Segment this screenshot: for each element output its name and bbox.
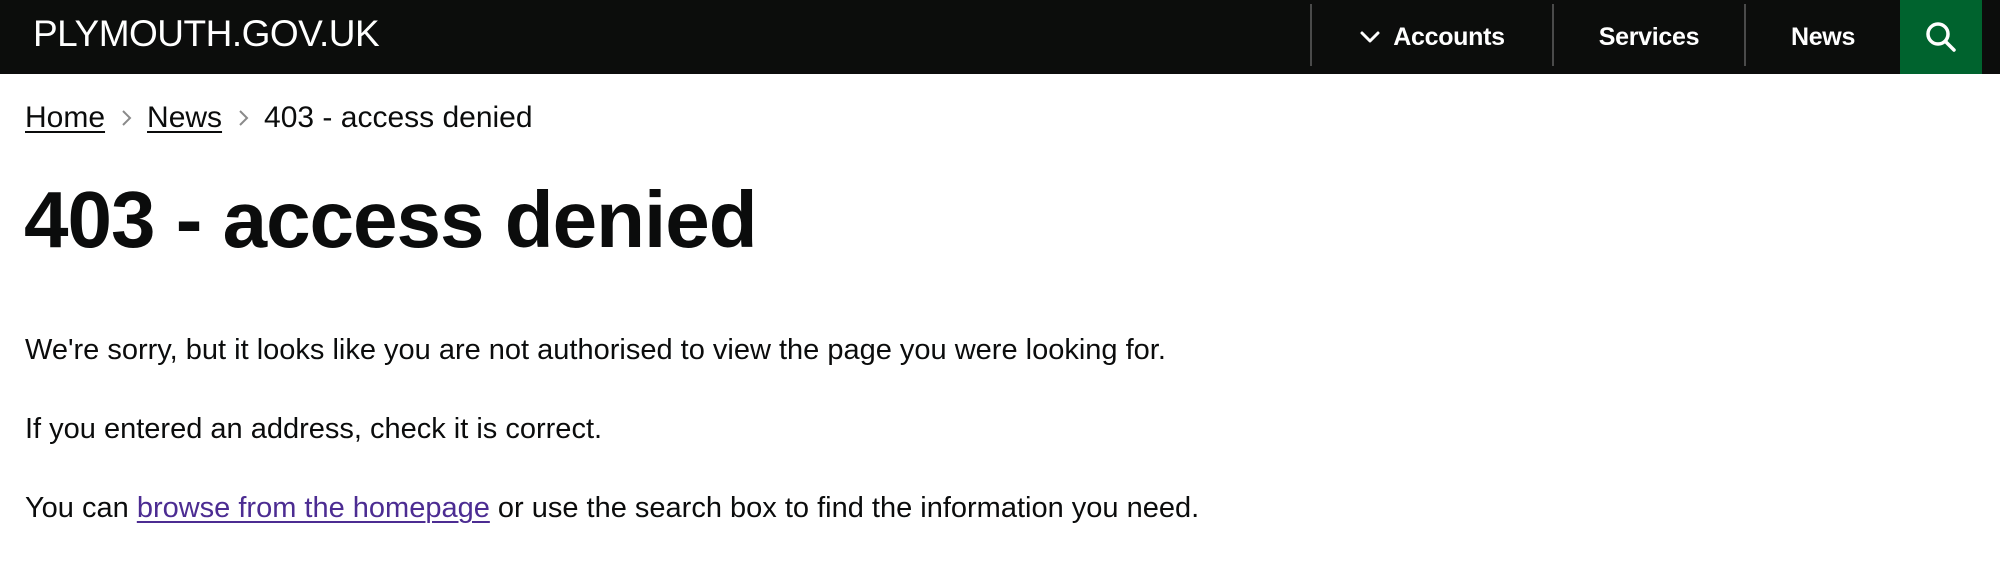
nav-news-link[interactable]: News: [1746, 0, 1900, 74]
nav-news-label: News: [1790, 22, 1856, 51]
address-hint: If you entered an address, check it is c…: [25, 413, 603, 445]
breadcrumb-current: 403 - access denied: [264, 101, 533, 134]
site-logo-link[interactable]: PLYMOUTH.GOV.UK: [33, 14, 380, 54]
chevron-right-icon: [122, 110, 132, 126]
search-button[interactable]: [1900, 0, 1982, 74]
chevron-down-icon: [1360, 31, 1380, 43]
help-text-before: You can: [25, 492, 137, 524]
page-title: 403 - access denied: [24, 175, 758, 264]
help-text: You can browse from the homepage or use …: [25, 490, 1199, 526]
homepage-link[interactable]: browse from the homepage: [137, 492, 490, 524]
breadcrumb-news-link[interactable]: News: [147, 100, 222, 136]
chevron-right-icon: [239, 110, 249, 126]
nav-accounts-button[interactable]: Accounts: [1312, 0, 1552, 74]
error-message: We're sorry, but it looks like you are n…: [25, 334, 1166, 366]
site-header: PLYMOUTH.GOV.UK Accounts Services News: [0, 0, 2000, 74]
main-nav: Accounts Services News: [1310, 0, 2000, 74]
search-icon: [1926, 22, 1956, 52]
breadcrumb-home-link[interactable]: Home: [25, 100, 105, 136]
breadcrumb: Home News 403 - access denied: [25, 100, 533, 136]
nav-services-label: Services: [1598, 22, 1700, 51]
nav-services-link[interactable]: Services: [1554, 0, 1744, 74]
nav-accounts-label: Accounts: [1393, 22, 1505, 51]
help-text-after: or use the search box to find the inform…: [489, 492, 1200, 524]
